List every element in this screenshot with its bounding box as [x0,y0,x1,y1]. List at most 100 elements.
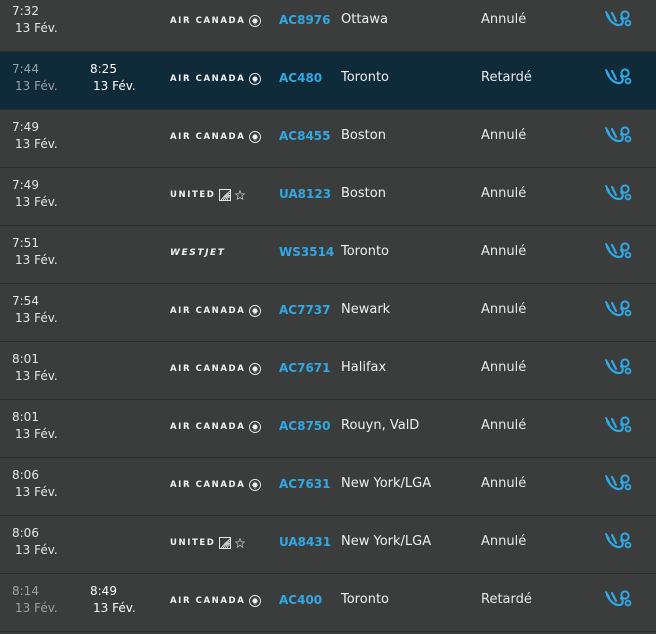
airline-logo: AIR CANADA [170,478,262,492]
track-flight-button[interactable] [604,357,632,379]
flight-number-link[interactable]: AC7737 [279,303,331,317]
scheduled-time-value: 7:51 [12,236,39,250]
flight-row[interactable]: 7:49 13 Fév. AIR CANADA AC8455 Boston Annulé [0,110,656,168]
airline-logo: AIR CANADA [170,420,262,434]
flight-row[interactable]: 7:51 13 Fév. WESTJET WS3514 Toronto Annulé [0,226,656,284]
scheduled-date: 13 Fév. [15,427,58,441]
flight-number-link[interactable]: AC8750 [279,419,331,433]
flight-row[interactable]: 7:32 13 Fév. AIR CANADA AC8976 Ottawa Annulé [0,0,656,52]
revised-time: 8:25 13 Fév. [90,61,136,95]
scheduled-time-value: 8:06 [12,468,39,482]
flight-status: Annulé [481,418,527,433]
flight-number-link[interactable]: AC8455 [279,129,331,143]
scheduled-time: 7:44 13 Fév. [12,61,58,95]
scheduled-date: 13 Fév. [15,485,58,499]
track-flight-button[interactable] [604,589,632,611]
scheduled-date: 13 Fév. [15,311,58,325]
flight-status: Annulé [481,534,527,549]
scheduled-time: 7:32 13 Fév. [12,3,58,37]
flight-row[interactable]: 8:01 13 Fév. AIR CANADA AC8750 Rouyn, ValD An… [0,400,656,458]
track-flight-button[interactable] [604,125,632,147]
destination: Newark [341,302,391,317]
track-flight-button[interactable] [604,299,632,321]
scheduled-date: 13 Fév. [15,601,58,615]
scheduled-time-value: 7:49 [12,120,39,134]
track-flight-button[interactable] [604,473,632,495]
flight-status: Annulé [481,476,527,491]
revised-time: 8:49 13 Fév. [90,583,136,617]
scheduled-time: 8:01 13 Fév. [12,351,58,385]
airline-logo: AIR CANADA [170,304,262,318]
scheduled-time-value: 7:49 [12,178,39,192]
plane-track-icon [604,474,632,499]
track-flight-button[interactable] [604,183,632,205]
flight-number-link[interactable]: AC7671 [279,361,331,375]
scheduled-date: 13 Fév. [15,195,58,209]
airline-name: AIR CANADA [170,596,246,606]
destination: Toronto [341,70,389,85]
revised-time-value: 8:25 [90,62,117,76]
plane-track-icon [604,184,632,209]
destination: New York/LGA [341,534,432,549]
flight-number-link[interactable]: UA8431 [279,535,331,549]
destination: Toronto [341,592,389,607]
airline-name: WESTJET [170,248,226,258]
plane-track-icon [604,300,632,325]
scheduled-date: 13 Fév. [15,369,58,383]
scheduled-time: 8:06 13 Fév. [12,525,58,559]
flight-row[interactable]: 8:14 13 Fév. 8:49 13 Fév. AIR CANADA AC400 Tor… [0,574,656,632]
track-flight-button[interactable] [604,9,632,31]
revised-date: 13 Fév. [93,79,136,93]
airline-logo: AIR CANADA [170,14,262,28]
flight-row[interactable]: 8:06 13 Fév. UNITED UA8431 New York/LGA Annul… [0,516,656,574]
flight-number-link[interactable]: AC400 [279,593,322,607]
flight-row[interactable]: 7:54 13 Fév. AIR CANADA AC7737 Newark Annulé [0,284,656,342]
scheduled-time-value: 7:54 [12,294,39,308]
destination: New York/LGA [341,476,432,491]
airline-name: AIR CANADA [170,132,246,142]
plane-track-icon [604,126,632,151]
maple-leaf-icon [249,131,262,143]
airline-name: UNITED [170,538,216,548]
flight-row[interactable]: 7:44 13 Fév. 8:25 13 Fév. AIR CANADA AC480 Tor… [0,52,656,110]
airline-logo: AIR CANADA [170,594,262,608]
maple-leaf-icon [249,363,262,375]
flight-status: Annulé [481,302,527,317]
flight-row[interactable]: 7:49 13 Fév. UNITED UA8123 Boston Annulé [0,168,656,226]
airline-logo: AIR CANADA [170,362,262,376]
flight-status: Retardé [481,592,532,607]
flight-number-link[interactable]: WS3514 [279,245,334,259]
track-flight-button[interactable] [604,415,632,437]
scheduled-time-value: 8:06 [12,526,39,540]
maple-leaf-icon [249,595,262,607]
scheduled-date: 13 Fév. [15,543,58,557]
scheduled-date: 13 Fév. [15,79,58,93]
airline-name: AIR CANADA [170,16,246,26]
scheduled-time-value: 7:44 [12,62,39,76]
flight-row[interactable]: 8:06 13 Fév. AIR CANADA AC7631 New York/LGA A… [0,458,656,516]
plane-track-icon [604,590,632,615]
airline-name: AIR CANADA [170,364,246,374]
track-flight-button[interactable] [604,241,632,263]
scheduled-time-value: 7:32 [12,4,39,18]
track-flight-button[interactable] [604,531,632,553]
star-alliance-icon [235,190,246,200]
airline-logo: AIR CANADA [170,130,262,144]
destination: Halifax [341,360,387,375]
flight-number-link[interactable]: AC480 [279,71,322,85]
revised-time-value: 8:49 [90,584,117,598]
airline-name: AIR CANADA [170,422,246,432]
flight-row[interactable]: 8:01 13 Fév. AIR CANADA AC7671 Halifax Annulé [0,342,656,400]
scheduled-time: 7:49 13 Fév. [12,119,58,153]
flight-number-link[interactable]: AC8976 [279,13,331,27]
scheduled-time: 7:54 13 Fév. [12,293,58,327]
plane-track-icon [604,68,632,93]
destination: Rouyn, ValD [341,418,420,433]
united-globe-icon [219,537,232,549]
track-flight-button[interactable] [604,67,632,89]
destination: Toronto [341,244,389,259]
scheduled-date: 13 Fév. [15,253,58,267]
flight-number-link[interactable]: AC7631 [279,477,331,491]
flight-number-link[interactable]: UA8123 [279,187,331,201]
plane-track-icon [604,242,632,267]
